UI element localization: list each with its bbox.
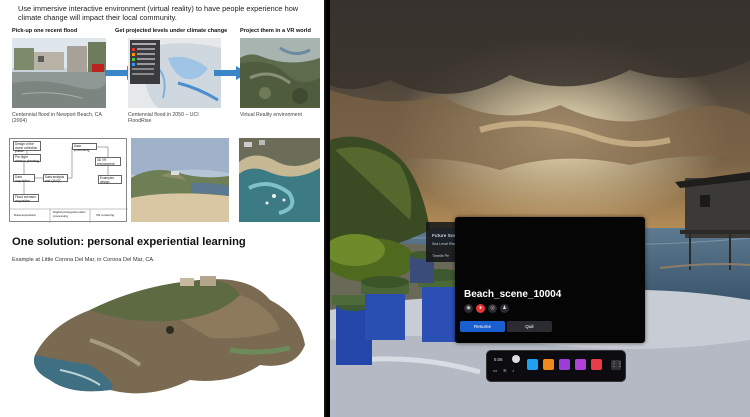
aerial-coast-photo [239,138,320,222]
step3-caption: Virtual Reality environment [240,112,302,118]
background-panel-line: Tlmelle Pe [432,254,449,258]
notifications-icon[interactable]: ♪ [512,368,514,373]
flow-phase: Data acquisition [14,213,37,217]
store-bag-icon[interactable] [543,359,554,370]
intro-text: Use immersive interactive environment (v… [18,4,299,22]
vr-environment-thumb [240,38,320,108]
flow-phase: Digital photogrammetric processing [53,210,86,218]
share-arrow-icon[interactable] [591,359,602,370]
system-dock: 6:06 ▭ ≋ ♪ ⋮⋮ [486,350,626,382]
record-icon[interactable]: ● [476,304,485,313]
step1-title: Pick-up one recent flood [12,28,78,34]
apps-grid-icon[interactable]: ⋮⋮ [611,360,623,370]
battery-icon: ▭ [493,368,498,373]
scene-name: Beach_scene_10004 [464,289,562,300]
resume-button[interactable]: Resume [460,321,505,332]
step3-title: Project them in a VR world [240,28,311,34]
profile-avatar[interactable] [512,355,520,363]
meta-quest-icon[interactable] [527,359,538,370]
user-icon[interactable]: ♟ [500,304,509,313]
solution-subtitle: Example at Little Corona Del Mar, in Cor… [12,257,155,263]
cast-icon[interactable]: ◎ [488,304,497,313]
media-gallery-icon[interactable] [559,359,570,370]
camera-icon[interactable]: ◉ [464,304,473,313]
wifi-icon: ≋ [503,368,507,373]
step1-caption: Centennial flood in Newport Beach, CA (2… [12,112,102,124]
photogrammetry-model [30,270,310,410]
workflow-diagram: Design of the drone collection phase Pre… [9,138,128,223]
clock: 6:06 [494,357,503,362]
quit-button[interactable]: Quit [507,321,552,332]
barrel-2 [361,276,409,340]
panel-actions: ◉ ● ◎ ♟ [464,304,509,313]
slide-panel: Use immersive interactive environment (v… [0,0,326,417]
people-icon[interactable] [575,359,586,370]
beach-photo [131,138,229,222]
flow-phase: VR rendering [96,213,115,217]
background-panel-line: Sea Level Rise [432,242,457,246]
flood-map [128,38,221,108]
flood-photo [12,38,106,108]
step2-caption: Centennial flood in 2050 – UCI FloodRise [128,112,199,124]
vr-pause-panel: Beach_scene_10004 ◉ ● ◎ ♟ Resume Quit [455,217,645,343]
solution-title: One solution: personal experiential lear… [12,236,246,248]
step2-title: Get projected levels under climate chang… [115,28,228,34]
